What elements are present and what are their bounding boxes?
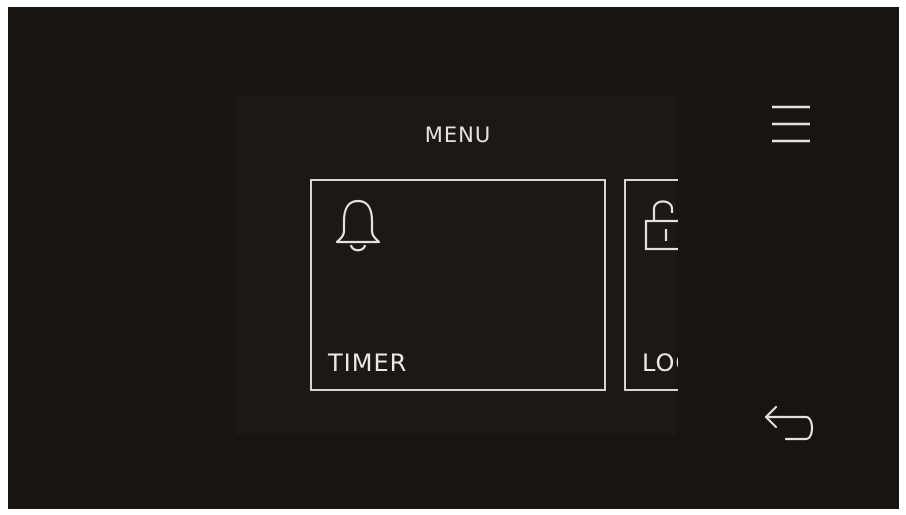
oven-display-screen: MENU TIMER LOCK — [8, 7, 899, 509]
page-title: MENU — [424, 123, 492, 147]
back-arrow-icon — [764, 405, 814, 441]
lock-tile[interactable]: LOCK — [624, 179, 678, 391]
menu-carousel[interactable]: TIMER LOCK — [308, 177, 678, 397]
timer-tile[interactable]: TIMER — [310, 179, 606, 391]
unlock-icon — [644, 200, 678, 251]
lock-label: LOCK — [642, 349, 678, 377]
hamburger-menu-icon — [772, 105, 810, 143]
timer-label: TIMER — [328, 349, 408, 377]
menu-button[interactable] — [768, 103, 814, 145]
bell-icon — [335, 199, 381, 252]
back-button[interactable] — [760, 401, 816, 445]
